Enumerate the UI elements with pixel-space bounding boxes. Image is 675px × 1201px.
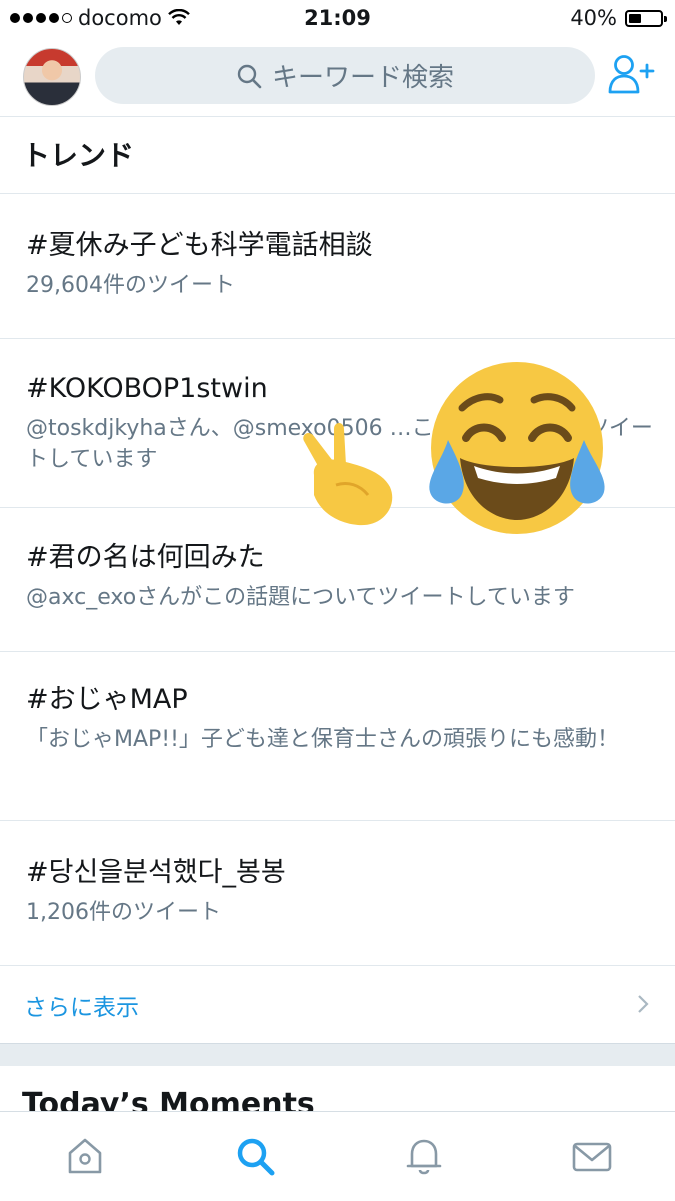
- show-more-label: さらに表示: [24, 995, 139, 1021]
- notifications-icon[interactable]: [402, 1134, 446, 1178]
- top-header: キーワード検索: [0, 38, 675, 117]
- trend-item[interactable]: #夏休み子ども科学電話相談 29,604件のツイート: [26, 228, 656, 301]
- trend-name: #夏休み子ども科学電話相談: [26, 230, 373, 261]
- chevron-right-icon: [638, 995, 649, 1013]
- divider: [0, 651, 675, 652]
- battery-percent: 40%: [570, 6, 617, 30]
- add-user-icon[interactable]: [607, 54, 655, 96]
- section-divider: [0, 1043, 675, 1066]
- trend-name: #おじゃMAP: [26, 684, 188, 715]
- trend-item[interactable]: #おじゃMAP 「おじゃMAP!!」子ども達と保育士さんの頑張りにも感動！: [26, 682, 656, 755]
- trend-name: #君の名は何回みた: [26, 542, 265, 573]
- trend-name: #당신을분석했다_봉봉: [26, 857, 286, 888]
- trend-item[interactable]: #君の名は何回みた @axc_exoさんがこの話題についてツイートしています: [26, 540, 656, 613]
- battery-info: 40%: [570, 6, 667, 30]
- trend-meta: 1,206件のツイート: [26, 900, 221, 925]
- search-icon: [237, 64, 262, 88]
- search-placeholder: キーワード検索: [271, 63, 454, 93]
- trend-item[interactable]: #당신을분석했다_봉봉 1,206件のツイート: [26, 855, 656, 928]
- messages-icon[interactable]: [570, 1134, 614, 1178]
- trend-meta: 「おじゃMAP!!」子ども達と保育士さんの頑張りにも感動！: [26, 727, 619, 752]
- victory-hand-emoji-icon: [303, 423, 393, 526]
- show-more-button[interactable]: さらに表示: [0, 966, 675, 1043]
- trend-meta: 29,604件のツイート: [26, 273, 235, 298]
- divider: [0, 820, 675, 821]
- divider: [0, 193, 675, 194]
- search-input[interactable]: キーワード検索: [95, 47, 595, 104]
- trends-title: トレンド: [22, 139, 135, 172]
- search-icon[interactable]: [233, 1134, 277, 1178]
- home-icon[interactable]: [63, 1134, 107, 1178]
- trend-meta: @axc_exoさんがこの話題についてツイートしています: [26, 585, 575, 610]
- divider: [0, 338, 675, 339]
- bottom-tab-bar: [0, 1111, 675, 1201]
- profile-avatar[interactable]: [23, 48, 81, 106]
- status-bar: docomo 21:09 40%: [0, 0, 675, 38]
- battery-icon: [625, 9, 667, 27]
- tears-of-joy-emoji-icon: [429, 362, 605, 534]
